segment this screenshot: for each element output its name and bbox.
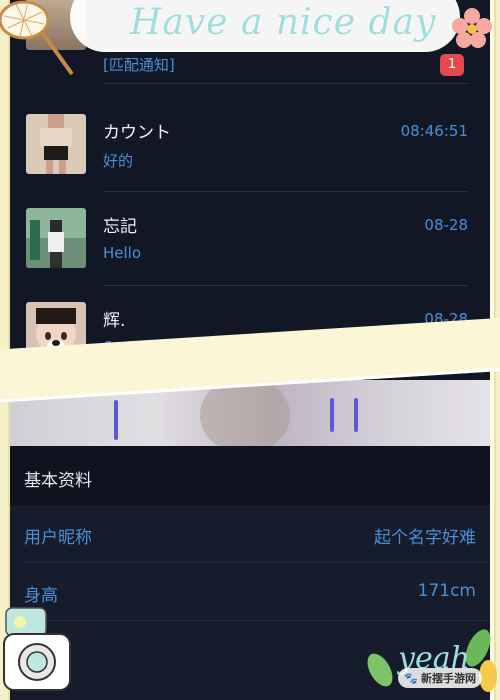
chat-message: Hello: [103, 244, 142, 262]
leaf-decoration-icon: yeah: [367, 629, 497, 692]
field-value: 起个名字好难: [374, 528, 476, 548]
chat-row[interactable]: 忘記 Hello 08-28: [10, 192, 490, 286]
paw-icon: 🐾: [404, 672, 418, 685]
profile-row-nickname[interactable]: 用户昵称 起个名字好难: [10, 505, 490, 563]
chat-time: 08:46:51: [400, 122, 468, 140]
avatar: [26, 208, 86, 268]
photo-stripe: [330, 398, 334, 432]
chat-message: [匹配通知]: [103, 56, 175, 74]
chat-time: 08-28: [424, 216, 468, 234]
avatar-photo-icon: [26, 208, 86, 268]
chat-row[interactable]: カウント 好的 08:46:51: [10, 98, 490, 192]
profile-row-height[interactable]: 身高 171cm: [10, 563, 490, 621]
camera-icon: [3, 607, 71, 691]
avatar: [26, 114, 86, 174]
chat-name: 忘記: [103, 217, 137, 237]
photo-stripe: [354, 398, 358, 432]
avatar-photo-icon: [26, 114, 86, 174]
section-title: 基本资料: [24, 471, 92, 491]
watermark-text: 新摆手游网: [421, 672, 476, 685]
chat-name: カウント: [103, 123, 171, 143]
unread-badge: 1: [440, 54, 464, 76]
chat-name: 辉.: [103, 311, 126, 331]
chat-message: 好的: [103, 152, 134, 170]
butterfly-net-icon: [0, 0, 74, 76]
photo-stripe: [114, 400, 118, 440]
flower-icon: [452, 8, 492, 48]
field-label: 身高: [24, 586, 58, 606]
row-divider: [103, 83, 468, 84]
watermark: 🐾 新摆手游网: [398, 668, 482, 688]
field-value: 171cm: [417, 581, 476, 601]
headline-text: Have a nice day: [130, 2, 437, 43]
photo-shape: [200, 380, 290, 450]
field-label: 用户昵称: [24, 528, 92, 548]
